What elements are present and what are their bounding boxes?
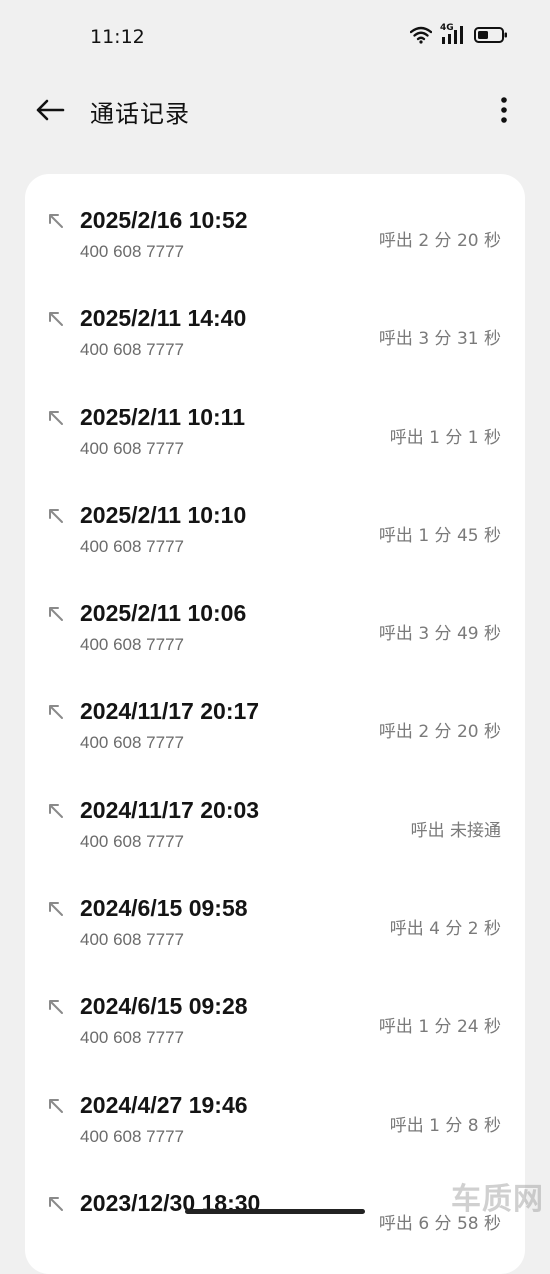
outgoing-call-icon bbox=[47, 310, 65, 328]
call-type-duration: 呼出 1 分 1 秒 bbox=[390, 423, 501, 448]
call-datetime: 2025/2/11 10:11 bbox=[80, 404, 245, 431]
call-log-item[interactable]: 2025/2/11 14:40 400 608 7777 呼出 3 分 31 秒 bbox=[25, 272, 525, 370]
call-log-item[interactable]: 2024/6/15 09:58 400 608 7777 呼出 4 分 2 秒 bbox=[25, 862, 525, 960]
outgoing-call-icon bbox=[47, 507, 65, 525]
signal-icon bbox=[440, 25, 466, 45]
call-number: 400 608 7777 bbox=[80, 832, 184, 852]
outgoing-call-icon bbox=[47, 703, 65, 721]
call-type-duration: 呼出 2 分 20 秒 bbox=[379, 717, 501, 742]
call-datetime: 2024/11/17 20:17 bbox=[80, 698, 259, 725]
outgoing-call-icon bbox=[47, 1195, 65, 1213]
battery-icon bbox=[474, 26, 508, 44]
call-datetime: 2025/2/11 14:40 bbox=[80, 305, 246, 332]
call-log-item[interactable]: 2025/2/11 10:10 400 608 7777 呼出 1 分 45 秒 bbox=[25, 469, 525, 567]
watermark-logo: 车质网 bbox=[451, 1174, 544, 1218]
call-number: 400 608 7777 bbox=[80, 635, 184, 655]
call-log-item[interactable]: 2025/2/11 10:06 400 608 7777 呼出 3 分 49 秒 bbox=[25, 567, 525, 665]
call-type-duration: 呼出 1 分 24 秒 bbox=[379, 1012, 501, 1037]
call-number: 400 608 7777 bbox=[80, 733, 184, 753]
call-log-item[interactable]: 2025/2/11 10:11 400 608 7777 呼出 1 分 1 秒 bbox=[25, 371, 525, 469]
outgoing-call-icon bbox=[47, 212, 65, 230]
call-log-item[interactable]: 2025/2/16 10:52 400 608 7777 呼出 2 分 20 秒 bbox=[25, 174, 525, 272]
call-datetime: 2024/6/15 09:58 bbox=[80, 895, 248, 922]
more-options-button[interactable] bbox=[492, 92, 516, 128]
call-number: 400 608 7777 bbox=[80, 1028, 184, 1048]
call-number: 400 608 7777 bbox=[80, 1127, 184, 1147]
status-icons: 4G bbox=[410, 25, 508, 45]
back-button[interactable] bbox=[30, 92, 70, 128]
call-datetime: 2024/11/17 20:03 bbox=[80, 797, 259, 824]
outgoing-call-icon bbox=[47, 802, 65, 820]
home-indicator[interactable] bbox=[185, 1209, 365, 1214]
outgoing-call-icon bbox=[47, 900, 65, 918]
call-type-duration: 呼出 4 分 2 秒 bbox=[390, 914, 501, 939]
call-number: 400 608 7777 bbox=[80, 340, 184, 360]
call-type-duration: 呼出 3 分 31 秒 bbox=[379, 324, 501, 349]
call-datetime: 2025/2/11 10:06 bbox=[80, 600, 246, 627]
outgoing-call-icon bbox=[47, 605, 65, 623]
wifi-icon bbox=[410, 26, 432, 44]
call-log-item[interactable]: 2023/12/30 18:30 呼出 6 分 58 秒 bbox=[25, 1157, 525, 1255]
top-app-bar: 通话记录 bbox=[0, 72, 550, 148]
more-vertical-icon bbox=[500, 96, 508, 124]
outgoing-call-icon bbox=[47, 1097, 65, 1115]
status-bar: 11:12 4G bbox=[0, 0, 550, 72]
status-time: 11:12 bbox=[90, 26, 145, 48]
call-log-item[interactable]: 2024/11/17 20:17 400 608 7777 呼出 2 分 20 … bbox=[25, 665, 525, 763]
signal-indicator: 4G bbox=[440, 25, 466, 45]
call-number: 400 608 7777 bbox=[80, 439, 184, 459]
outgoing-call-icon bbox=[47, 409, 65, 427]
call-type-duration: 呼出 1 分 8 秒 bbox=[390, 1111, 501, 1136]
call-number: 400 608 7777 bbox=[80, 537, 184, 557]
call-type-duration: 呼出 1 分 45 秒 bbox=[379, 521, 501, 546]
call-datetime: 2025/2/11 10:10 bbox=[80, 502, 246, 529]
outgoing-call-icon bbox=[47, 998, 65, 1016]
call-log-list: 2025/2/16 10:52 400 608 7777 呼出 2 分 20 秒… bbox=[25, 174, 525, 1274]
call-log-item[interactable]: 2024/4/27 19:46 400 608 7777 呼出 1 分 8 秒 bbox=[25, 1059, 525, 1157]
call-log-item[interactable]: 2024/11/17 20:03 400 608 7777 呼出 未接通 bbox=[25, 764, 525, 862]
call-datetime: 2025/2/16 10:52 bbox=[80, 207, 248, 234]
call-type-duration: 呼出 2 分 20 秒 bbox=[379, 226, 501, 251]
call-datetime: 2024/6/15 09:28 bbox=[80, 993, 248, 1020]
call-type-duration: 呼出 3 分 49 秒 bbox=[379, 619, 501, 644]
call-type-duration: 呼出 未接通 bbox=[411, 816, 501, 841]
call-number: 400 608 7777 bbox=[80, 242, 184, 262]
arrow-left-icon bbox=[35, 98, 65, 122]
page-title: 通话记录 bbox=[90, 94, 190, 129]
call-number: 400 608 7777 bbox=[80, 930, 184, 950]
call-datetime: 2024/4/27 19:46 bbox=[80, 1092, 248, 1119]
call-log-item[interactable]: 2024/6/15 09:28 400 608 7777 呼出 1 分 24 秒 bbox=[25, 960, 525, 1058]
